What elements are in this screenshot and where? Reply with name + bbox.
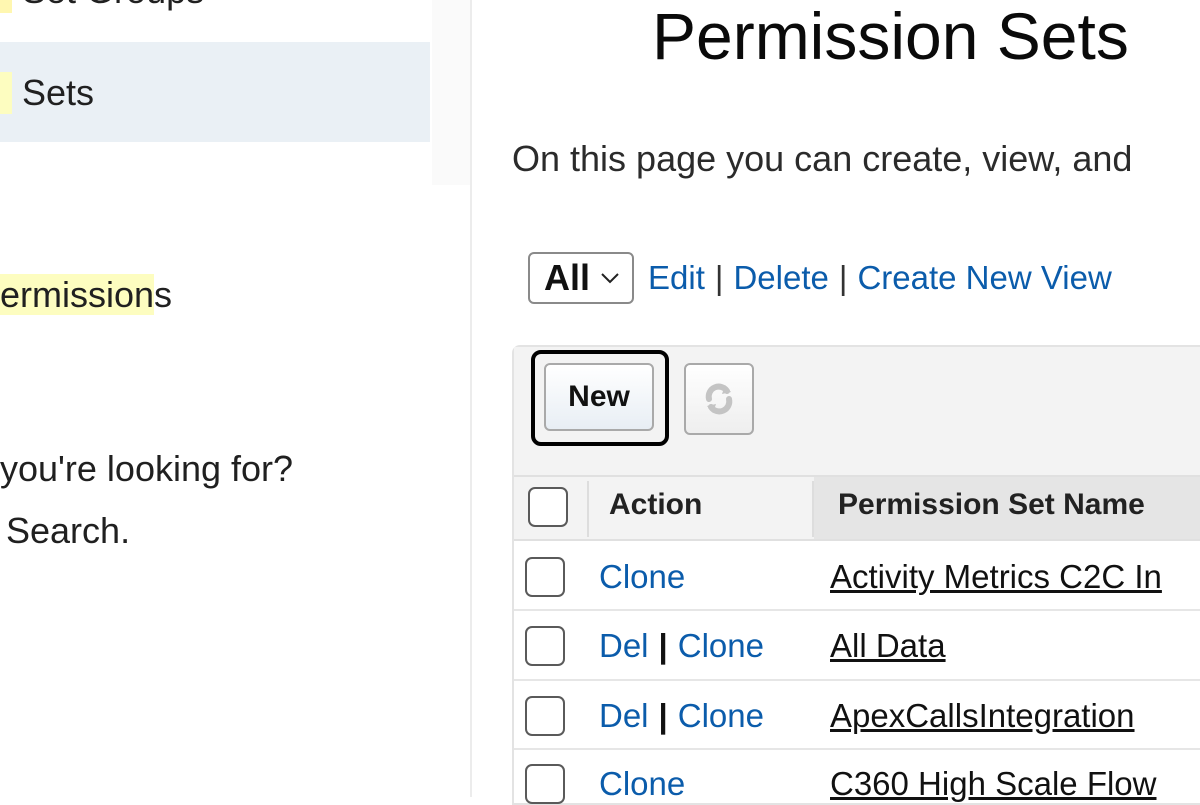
sidebar-item-permission-sets[interactable]: Sets (0, 72, 94, 114)
clone-link[interactable]: Clone (599, 558, 685, 595)
table-row-actions: Del | Clone (599, 697, 764, 735)
edit-view-link[interactable]: Edit (648, 259, 705, 296)
list-view-controls: All Edit | Delete | Create New View (528, 250, 1112, 306)
delete-view-link[interactable]: Delete (733, 259, 828, 296)
row-checkbox[interactable] (525, 764, 565, 804)
clone-link[interactable]: Clone (599, 765, 685, 802)
page-title: Permission Sets (652, 0, 1129, 73)
permission-set-link[interactable]: Activity Metrics C2C In (830, 558, 1162, 596)
separator: | (838, 259, 848, 296)
permission-set-link[interactable]: C360 High Scale Flow (830, 765, 1157, 803)
sidebar-item-permission-set-groups[interactable]: Set Groups (0, 0, 204, 14)
delete-link[interactable]: Del (599, 627, 649, 664)
page-description: On this page you can create, view, and (512, 138, 1133, 179)
column-header-action: Action (609, 488, 703, 521)
sidebar-item-label: s (154, 274, 173, 315)
clone-link[interactable]: Clone (678, 697, 764, 734)
row-checkbox[interactable] (525, 696, 565, 736)
column-separator (587, 481, 589, 537)
search-highlight (0, 0, 12, 14)
refresh-button[interactable] (684, 363, 754, 435)
table-row-actions: Clone (599, 558, 685, 596)
setup-sidebar: Set Groups Sets ermissions you're lookin… (0, 0, 432, 797)
row-divider (514, 609, 1200, 611)
help-text-line2: Search. (6, 510, 131, 551)
help-text-line1: you're looking for? (0, 448, 294, 489)
view-links: Edit | Delete | Create New View (648, 259, 1112, 297)
row-divider (514, 748, 1200, 750)
separator: | (658, 697, 668, 734)
separator: | (714, 259, 724, 296)
search-highlight (0, 72, 12, 114)
sidebar-item-label: Sets (22, 72, 95, 113)
search-highlight: ermission (0, 274, 155, 315)
select-all-checkbox[interactable] (528, 487, 568, 527)
sidebar-shadow (432, 0, 470, 185)
new-button[interactable]: New (544, 363, 654, 431)
table-row-actions: Clone (599, 765, 685, 803)
view-select-value: All (544, 257, 591, 298)
refresh-icon (705, 383, 733, 415)
row-checkbox[interactable] (525, 557, 565, 597)
view-select[interactable]: All (528, 252, 635, 304)
clone-link[interactable]: Clone (678, 627, 764, 664)
separator: | (658, 627, 668, 664)
permission-set-link[interactable]: ApexCallsIntegration (830, 697, 1135, 735)
sidebar-item-label: Set Groups (22, 0, 204, 11)
sidebar-item-permissions[interactable]: ermissions (0, 274, 172, 316)
column-header-permission-set-name[interactable]: Permission Set Name (838, 488, 1145, 522)
column-separator (812, 481, 814, 537)
row-checkbox[interactable] (525, 626, 565, 666)
row-divider (514, 679, 1200, 681)
create-new-view-link[interactable]: Create New View (857, 259, 1111, 296)
divider (470, 0, 472, 797)
delete-link[interactable]: Del (599, 697, 649, 734)
table-row-actions: Del | Clone (599, 627, 764, 665)
chevron-down-icon (601, 273, 619, 284)
permission-set-link[interactable]: All Data (830, 627, 946, 665)
